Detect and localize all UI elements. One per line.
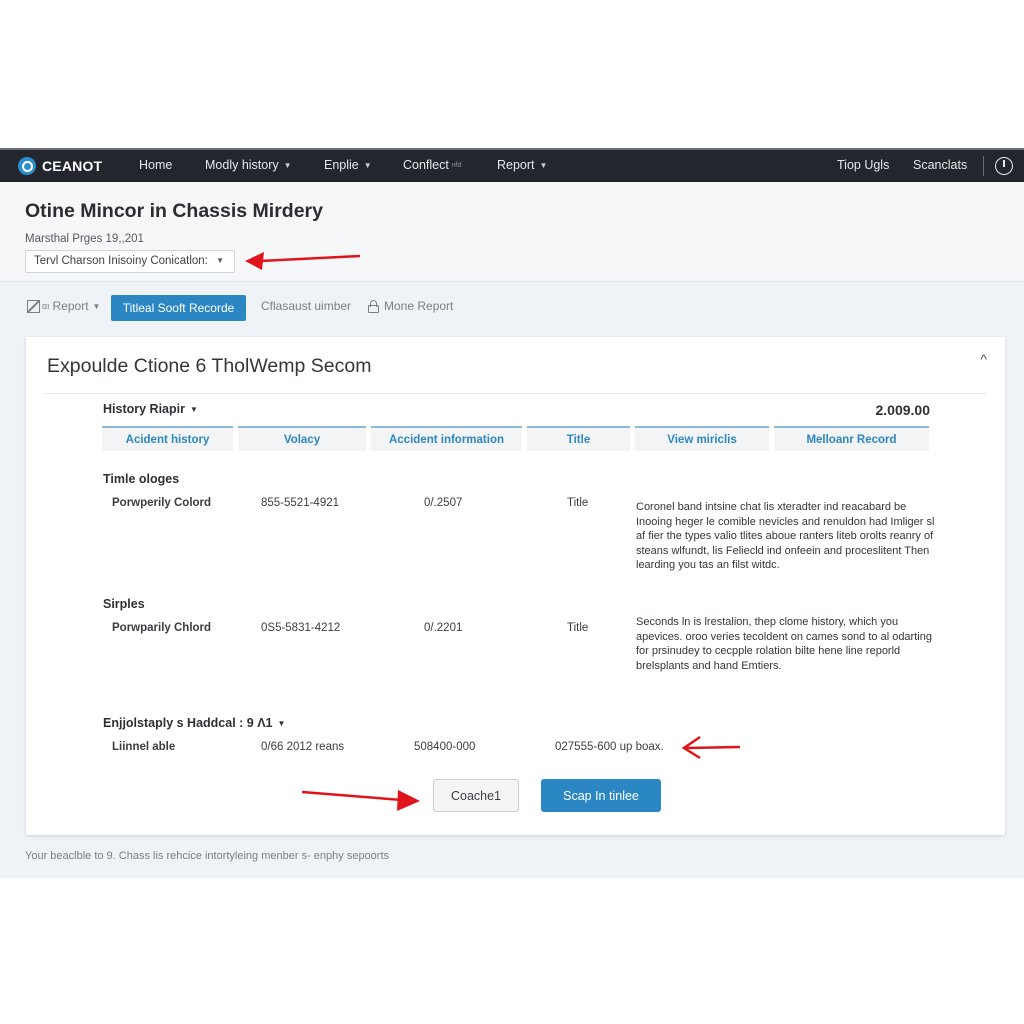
nav-item-enplie[interactable]: Enplie ▼	[324, 158, 372, 172]
record-description: Coronel band intsine chat lis xteradter …	[636, 501, 935, 571]
report-dropdown[interactable]: ɑı Report ▼	[27, 299, 100, 313]
more-report-link[interactable]: Mone Report	[368, 299, 453, 313]
edit-icon	[27, 299, 40, 313]
divider	[45, 393, 986, 394]
group-label: Sirples	[103, 597, 145, 611]
nav-item-label: Scanclats	[913, 158, 968, 172]
page-title: Otine Mincor in Chassis Mirdery	[25, 200, 323, 222]
more-report-label: Mone Report	[384, 299, 454, 313]
record-description: Seconds ln is lrestalion, thep clome his…	[636, 616, 932, 672]
extra-ref: 027555-600 up boax.	[555, 741, 664, 753]
app-window: CEANOT Home Modly history ▼ Enplie ▼ Con…	[0, 148, 1024, 878]
brand-name: CEANOT	[42, 158, 103, 174]
brand[interactable]: CEANOT	[18, 157, 138, 175]
page-meta: Marsthal Prges 19,,201	[25, 233, 144, 245]
toolbar: ɑı Report ▼ Titleal Sooft Recorde Cflasa…	[0, 282, 1024, 334]
nav-item-label: Modly history	[205, 158, 279, 172]
lock-icon	[368, 299, 379, 313]
chevron-down-icon: ▼	[216, 256, 224, 265]
extra-section-label: Enjjolstaply s Haddcal : 9 Λ1	[103, 716, 273, 730]
total-value: 2.009.00	[875, 402, 931, 418]
nav-badge: нfd	[451, 161, 462, 169]
page-header: Otine Mincor in Chassis Mirdery Marsthal…	[0, 182, 1024, 282]
nav-item-label: Report	[497, 158, 535, 172]
nav-item-scanclats[interactable]: Scanclats	[913, 158, 967, 172]
nav-divider	[983, 156, 984, 176]
select-value: Tervl Charson Inisoiny Conicatlon:	[34, 255, 208, 267]
chevron-up-icon[interactable]: ^	[980, 351, 987, 367]
chevron-down-icon: ▼	[283, 160, 292, 170]
top-navbar: CEANOT Home Modly history ▼ Enplie ▼ Con…	[0, 148, 1024, 182]
nav-item-label: Home	[139, 158, 173, 172]
tab-accident-history[interactable]: Acident history	[102, 426, 233, 451]
nav-item-conflect[interactable]: Conflect нfd	[403, 158, 462, 172]
nav-item-label: Tiop Ugls	[837, 158, 890, 172]
footer-text: Your beaclble to 9. Chass lis rehcice in…	[25, 850, 390, 862]
group-label: Timle ologes	[103, 472, 180, 486]
extra-amount: 508400-000	[414, 741, 476, 753]
power-icon[interactable]	[995, 157, 1013, 175]
tab-melloanr-record[interactable]: Melloanr Record	[774, 426, 929, 451]
record-code: 0/.2201	[424, 622, 463, 634]
report-dropdown-label: Report	[52, 299, 89, 313]
record-title: Title	[567, 497, 589, 509]
nav-item-label: Enplie	[324, 158, 359, 172]
section-dropdown[interactable]: History Riapir ▼	[103, 402, 198, 416]
tab-volacy[interactable]: Volacy	[238, 426, 366, 451]
nav-item-report[interactable]: Report ▼	[497, 158, 547, 172]
chevron-down-icon: ▼	[189, 404, 198, 414]
extra-section-dropdown[interactable]: Enjjolstaply s Haddcal : 9 Λ1 ▼	[103, 716, 285, 730]
extra-name: Liinnel able	[112, 741, 176, 753]
card-title: Expoulde Ctione 6 TholWemp Secom	[47, 355, 372, 377]
record-phone: 0S5-5831-4212	[261, 622, 341, 634]
record-title: Title	[567, 622, 589, 634]
brand-logo-icon	[18, 157, 36, 175]
tab-view-miriclis[interactable]: View miriclis	[635, 426, 769, 451]
record-name: Porwperily Colord	[112, 497, 212, 509]
record-name: Porwparily Chlord	[112, 622, 212, 634]
history-card: Expoulde Ctione 6 TholWemp Secom ^ Histo…	[26, 337, 1005, 835]
nav-item-label: Conflect	[403, 158, 449, 172]
record-phone: 855-5521-4921	[261, 497, 340, 509]
tab-accident-information[interactable]: Accident information	[371, 426, 522, 451]
account-number-link[interactable]: Cflasaust uimber	[261, 299, 351, 313]
nav-item-home[interactable]: Home	[139, 158, 172, 172]
submit-button[interactable]: Scap In tinlee	[541, 779, 661, 812]
cancel-button[interactable]: Coache1	[433, 779, 519, 812]
chevron-down-icon: ▼	[363, 160, 372, 170]
chevron-down-icon: ▼	[92, 301, 101, 311]
tab-title[interactable]: Title	[527, 426, 630, 451]
section-dropdown-label: History Riapir	[103, 402, 185, 416]
chevron-down-icon: ▼	[277, 718, 286, 728]
record-code: 0/.2507	[424, 497, 463, 509]
nav-item-history[interactable]: Modly history ▼	[205, 158, 292, 172]
history-select[interactable]: Tervl Charson Inisoiny Conicatlon: ▼	[25, 250, 235, 273]
title-soft-record-button[interactable]: Titleal Sooft Recorde	[111, 295, 246, 321]
extra-date: 0/66 2012 reans	[261, 741, 345, 753]
nav-item-tiop-ugls[interactable]: Tiop Ugls	[837, 158, 889, 172]
chevron-down-icon: ▼	[539, 160, 548, 170]
